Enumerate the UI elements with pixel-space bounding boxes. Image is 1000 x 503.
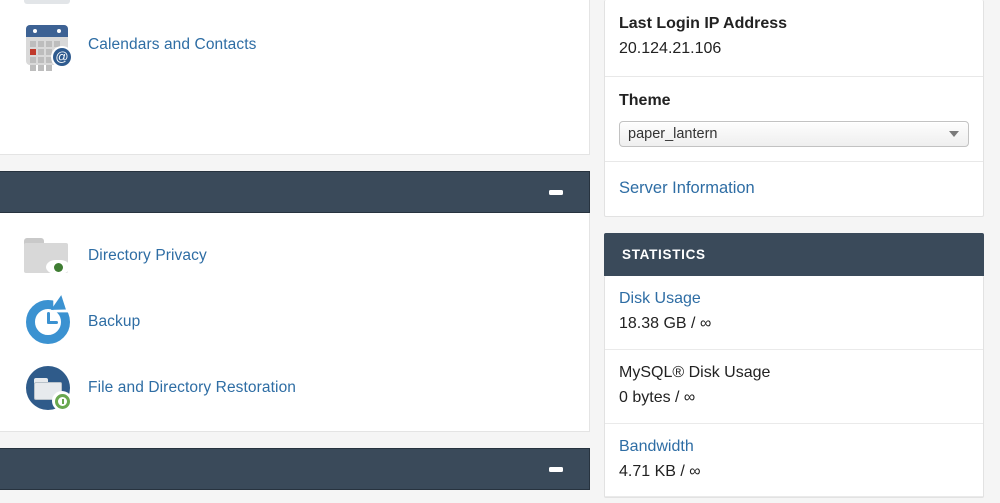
file-restore-icon bbox=[22, 364, 74, 412]
stat-value: 4.71 KB / ∞ bbox=[619, 462, 701, 480]
stat-row-disk-usage: Disk Usage 18.38 GB / ∞ bbox=[605, 276, 983, 350]
app-label[interactable]: Backup bbox=[88, 313, 140, 331]
app-item-calendars-and-contacts[interactable]: @ Calendars and Contacts bbox=[0, 12, 589, 78]
files-section-card: Directory Privacy Backup File and Direct… bbox=[0, 213, 590, 432]
section-gap bbox=[0, 155, 590, 171]
files-section-header bbox=[0, 171, 590, 213]
left-column: @ Calendars and Contacts Directory Priva… bbox=[0, 0, 590, 503]
app-item-backup[interactable]: Backup bbox=[0, 289, 589, 355]
minimize-icon bbox=[549, 466, 563, 472]
app-label[interactable]: Calendars and Contacts bbox=[88, 36, 257, 54]
calendar-contacts-icon: @ bbox=[22, 21, 74, 71]
app-label[interactable]: File and Directory Restoration bbox=[88, 379, 296, 397]
app-item-file-and-directory-restoration[interactable]: File and Directory Restoration bbox=[0, 355, 589, 421]
minimize-icon bbox=[549, 189, 563, 195]
statistics-title: STATISTICS bbox=[622, 247, 706, 263]
theme-selected-value: paper_lantern bbox=[628, 125, 718, 142]
statistics-card: STATISTICS Disk Usage 18.38 GB / ∞ MySQL… bbox=[604, 233, 984, 499]
backup-clock-icon bbox=[22, 295, 74, 346]
last-login-row: Last Login IP Address 20.124.21.106 bbox=[605, 0, 983, 77]
last-login-label: Last Login IP Address bbox=[619, 15, 788, 32]
last-login-value: 20.124.21.106 bbox=[619, 40, 722, 57]
minimize-button[interactable] bbox=[545, 181, 567, 203]
partial-cut-icon bbox=[22, 0, 74, 6]
server-information-row: Server Information bbox=[605, 162, 983, 217]
cpanel-home-page: @ Calendars and Contacts Directory Priva… bbox=[0, 0, 1000, 503]
section-gap bbox=[0, 432, 590, 448]
right-sidebar: Last Login IP Address 20.124.21.106 Them… bbox=[590, 0, 1000, 503]
stat-row-bandwidth: Bandwidth 4.71 KB / ∞ bbox=[605, 424, 983, 498]
stat-value: 18.38 GB / ∞ bbox=[619, 315, 712, 333]
app-label[interactable]: Directory Privacy bbox=[88, 247, 207, 265]
server-information-link[interactable]: Server Information bbox=[619, 176, 969, 201]
general-information-card: Last Login IP Address 20.124.21.106 Them… bbox=[604, 0, 984, 218]
chevron-down-icon bbox=[949, 130, 959, 137]
statistics-header: STATISTICS bbox=[604, 233, 984, 277]
stat-title[interactable]: Disk Usage bbox=[619, 287, 969, 311]
stat-value: 0 bytes / ∞ bbox=[619, 388, 696, 406]
stat-title: MySQL® Disk Usage bbox=[619, 363, 771, 381]
applications-card: @ Calendars and Contacts bbox=[0, 0, 590, 155]
theme-row: Theme paper_lantern bbox=[605, 77, 983, 162]
minimize-button[interactable] bbox=[545, 458, 567, 480]
folder-eye-icon bbox=[22, 232, 74, 280]
app-item-directory-privacy[interactable]: Directory Privacy bbox=[0, 223, 589, 289]
theme-label: Theme bbox=[619, 91, 671, 109]
stat-title[interactable]: Bandwidth bbox=[619, 435, 969, 459]
theme-select[interactable]: paper_lantern bbox=[619, 120, 969, 147]
stat-row-mysql-disk-usage: MySQL® Disk Usage 0 bytes / ∞ bbox=[605, 350, 983, 424]
next-section-header bbox=[0, 448, 590, 490]
statistics-body: Disk Usage 18.38 GB / ∞ MySQL® Disk Usag… bbox=[604, 276, 984, 499]
